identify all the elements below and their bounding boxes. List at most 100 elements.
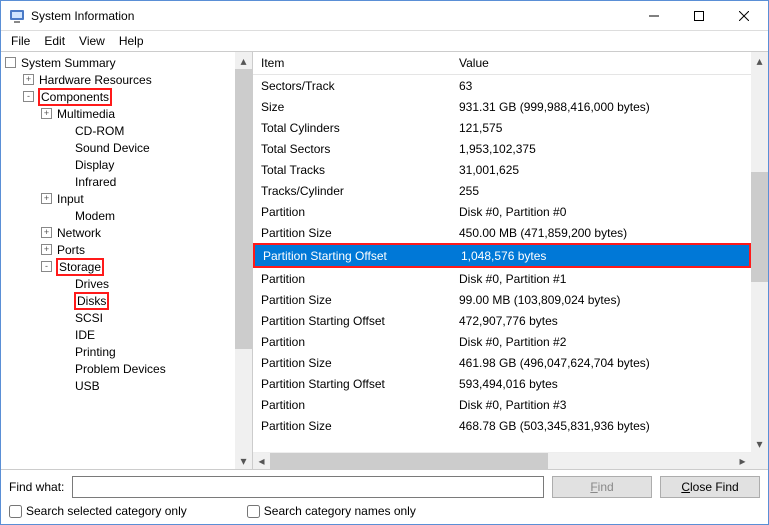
- tree-item-ide[interactable]: IDE: [1, 326, 235, 343]
- list-row[interactable]: PartitionDisk #0, Partition #2: [253, 331, 751, 352]
- tree-item-usb[interactable]: USB: [1, 377, 235, 394]
- scroll-corner: [751, 452, 768, 469]
- scroll-thumb[interactable]: [235, 69, 252, 349]
- menu-file[interactable]: File: [5, 32, 36, 50]
- cell-item: Partition Size: [253, 419, 451, 433]
- tree-item-components[interactable]: -Components: [1, 88, 235, 105]
- list-row[interactable]: Total Tracks31,001,625: [253, 159, 751, 180]
- tree-item-sound[interactable]: Sound Device: [1, 139, 235, 156]
- tree-leaf: [59, 380, 70, 391]
- maximize-button[interactable]: [676, 2, 721, 30]
- expand-icon[interactable]: +: [41, 108, 52, 119]
- tree-item-printing[interactable]: Printing: [1, 343, 235, 360]
- tree-item-hw[interactable]: +Hardware Resources: [1, 71, 235, 88]
- tree-scrollbar[interactable]: ▴ ▾: [235, 52, 252, 469]
- scroll-up-icon[interactable]: ▴: [751, 52, 768, 69]
- tree-item-drives[interactable]: Drives: [1, 275, 235, 292]
- menu-edit[interactable]: Edit: [38, 32, 71, 50]
- cell-item: Sectors/Track: [253, 79, 451, 93]
- tree-leaf: [59, 159, 70, 170]
- cell-item: Total Cylinders: [253, 121, 451, 135]
- cell-value: 63: [451, 79, 751, 93]
- find-bar: Find what: Find Close Find Search select…: [1, 469, 768, 524]
- expand-icon[interactable]: +: [41, 193, 52, 204]
- scroll-down-icon[interactable]: ▾: [235, 452, 252, 469]
- find-input[interactable]: [72, 476, 544, 498]
- tree-leaf[interactable]: [5, 57, 16, 68]
- cell-value: 99.00 MB (103,809,024 bytes): [451, 293, 751, 307]
- hscroll-thumb[interactable]: [270, 453, 548, 469]
- tree-label: IDE: [74, 328, 96, 342]
- tree-label: Problem Devices: [74, 362, 167, 376]
- scroll-thumb[interactable]: [751, 172, 768, 282]
- cell-value: 468.78 GB (503,345,831,936 bytes): [451, 419, 751, 433]
- list-row[interactable]: Total Cylinders121,575: [253, 117, 751, 138]
- scroll-right-icon[interactable]: ▸: [734, 453, 751, 470]
- list-row[interactable]: Size931.31 GB (999,988,416,000 bytes): [253, 96, 751, 117]
- tree-item-display[interactable]: Display: [1, 156, 235, 173]
- tree-item-infrared[interactable]: Infrared: [1, 173, 235, 190]
- tree-item-multimedia[interactable]: +Multimedia: [1, 105, 235, 122]
- details-pane: Item Value Sectors/Track63Size931.31 GB …: [253, 52, 768, 469]
- cell-item: Partition Size: [253, 356, 451, 370]
- cell-item: Total Tracks: [253, 163, 451, 177]
- cell-value: 121,575: [451, 121, 751, 135]
- tree-item-storage[interactable]: -Storage: [1, 258, 235, 275]
- tree-label: Network: [56, 226, 102, 240]
- cell-value: 931.31 GB (999,988,416,000 bytes): [451, 100, 751, 114]
- search-names-checkbox[interactable]: Search category names only: [247, 504, 416, 518]
- list-row[interactable]: Sectors/Track63: [253, 75, 751, 96]
- list-row[interactable]: Tracks/Cylinder255: [253, 180, 751, 201]
- collapse-icon[interactable]: -: [41, 261, 52, 272]
- minimize-button[interactable]: [631, 2, 676, 30]
- tree-item-modem[interactable]: Modem: [1, 207, 235, 224]
- list-scrollbar[interactable]: ▴ ▾: [751, 52, 768, 452]
- list-row[interactable]: Partition Size450.00 MB (471,859,200 byt…: [253, 222, 751, 243]
- column-item[interactable]: Item: [253, 52, 451, 74]
- tree-label: Infrared: [74, 175, 117, 189]
- list-row[interactable]: Partition Starting Offset1,048,576 bytes: [255, 245, 749, 266]
- tree-item-input[interactable]: +Input: [1, 190, 235, 207]
- horizontal-scrollbar[interactable]: ◂ ▸: [253, 452, 751, 469]
- cell-value: 1,953,102,375: [451, 142, 751, 156]
- tree-label: Modem: [74, 209, 116, 223]
- list-row[interactable]: PartitionDisk #0, Partition #1: [253, 268, 751, 289]
- list-row[interactable]: Partition Size461.98 GB (496,047,624,704…: [253, 352, 751, 373]
- search-selected-checkbox[interactable]: Search selected category only: [9, 504, 187, 518]
- tree-item-cdrom[interactable]: CD-ROM: [1, 122, 235, 139]
- expand-icon[interactable]: +: [41, 227, 52, 238]
- tree-label: Printing: [74, 345, 117, 359]
- tree-item-root[interactable]: System Summary: [1, 54, 235, 71]
- menu-help[interactable]: Help: [113, 32, 150, 50]
- cell-value: 461.98 GB (496,047,624,704 bytes): [451, 356, 751, 370]
- scroll-down-icon[interactable]: ▾: [751, 435, 768, 452]
- list-row[interactable]: PartitionDisk #0, Partition #0: [253, 201, 751, 222]
- list-row[interactable]: Total Sectors1,953,102,375: [253, 138, 751, 159]
- tree-item-ports[interactable]: + Ports: [1, 241, 235, 258]
- list-row[interactable]: Partition Size99.00 MB (103,809,024 byte…: [253, 289, 751, 310]
- list-row[interactable]: PartitionDisk #0, Partition #3: [253, 394, 751, 415]
- close-find-button[interactable]: Close Find: [660, 476, 760, 498]
- column-value[interactable]: Value: [451, 52, 751, 74]
- tree-label: Ports: [56, 243, 86, 257]
- cell-item: Tracks/Cylinder: [253, 184, 451, 198]
- tree-item-problem[interactable]: Problem Devices: [1, 360, 235, 377]
- expand-icon[interactable]: +: [23, 74, 34, 85]
- list-row[interactable]: Partition Size468.78 GB (503,345,831,936…: [253, 415, 751, 436]
- tree-item-network[interactable]: + Network: [1, 224, 235, 241]
- find-button[interactable]: Find: [552, 476, 652, 498]
- list-row[interactable]: Partition Starting Offset472,907,776 byt…: [253, 310, 751, 331]
- collapse-icon[interactable]: -: [23, 91, 34, 102]
- tree-item-scsi[interactable]: SCSI: [1, 309, 235, 326]
- scroll-up-icon[interactable]: ▴: [235, 52, 252, 69]
- tree-leaf: [59, 210, 70, 221]
- list-row[interactable]: Partition Starting Offset593,494,016 byt…: [253, 373, 751, 394]
- scroll-left-icon[interactable]: ◂: [253, 453, 270, 470]
- menu-view[interactable]: View: [73, 32, 111, 50]
- tree-item-disks[interactable]: Disks: [1, 292, 235, 309]
- cell-value: 472,907,776 bytes: [451, 314, 751, 328]
- close-button[interactable]: [721, 2, 766, 30]
- tree-label: Storage: [56, 258, 104, 276]
- expand-icon[interactable]: +: [41, 244, 52, 255]
- tree-label: System Summary: [20, 56, 117, 70]
